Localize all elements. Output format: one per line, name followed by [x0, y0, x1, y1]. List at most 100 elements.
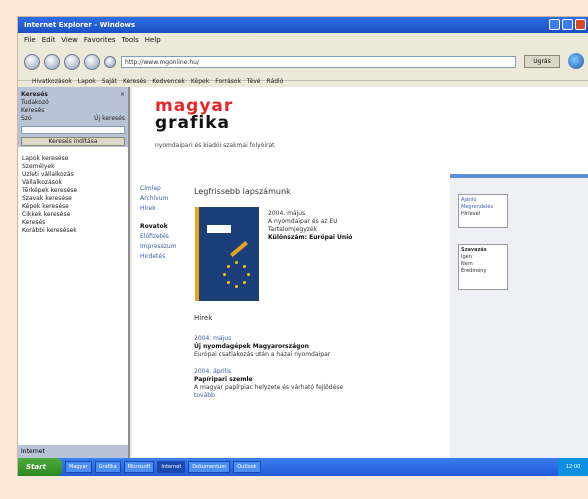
maximize-button[interactable] — [562, 19, 573, 30]
nav-link[interactable]: Rovatok — [140, 222, 190, 232]
poll-option[interactable]: Nem — [461, 261, 505, 268]
sidebar-item[interactable]: Üzleti vállalkozás — [22, 171, 124, 179]
link-item[interactable]: Források — [215, 78, 241, 85]
nav-link[interactable]: Impresszum — [140, 242, 190, 252]
article-title[interactable]: Új nyomdagépek Magyarországon — [194, 343, 444, 351]
sidebar-item[interactable]: Vállalkozások — [22, 179, 124, 187]
link-item[interactable]: Képek — [191, 78, 209, 85]
go-button[interactable]: Ugrás — [524, 55, 560, 68]
pen-icon — [230, 241, 248, 257]
link-item[interactable]: Saját — [102, 78, 117, 85]
taskbar-item[interactable]: Grafika — [94, 461, 121, 473]
article-summary: Európai csatlakozás után a hazai nyomdai… — [194, 351, 331, 358]
menu-help[interactable]: Help — [145, 36, 161, 44]
issue-info: 2004. május A nyomdaipar és az EU Tartal… — [268, 210, 438, 242]
nav-link[interactable]: Archívum — [140, 194, 190, 204]
link-item[interactable]: Rádió — [267, 78, 284, 85]
promo-item[interactable]: Hírlevél — [461, 211, 505, 218]
menu-bar: File Edit View Favorites Tools Help — [18, 33, 588, 47]
poll-option[interactable]: Igen — [461, 254, 505, 261]
close-icon[interactable]: × — [120, 91, 125, 99]
stop-icon[interactable] — [64, 54, 80, 70]
sidebar-item[interactable]: Keresés — [22, 219, 124, 227]
taskbar-item[interactable]: Dokumentum — [188, 461, 231, 473]
poll-result[interactable]: Eredmény — [461, 268, 505, 275]
menu-edit[interactable]: Edit — [42, 36, 56, 44]
article-date: 2004. április — [194, 368, 232, 375]
link-item[interactable]: Hivatkozások — [32, 78, 72, 85]
sidebar-item[interactable]: Képek keresése — [22, 203, 124, 211]
sidebar-item[interactable]: Cikkek keresése — [22, 211, 124, 219]
page-left-nav: Címlap Archívum Hírek Rovatok Előfizetés… — [140, 184, 190, 262]
poll-box: Szavazás Igen Nem Eredmény — [458, 244, 508, 290]
sidebar-row[interactable]: Tudakozó — [21, 99, 49, 107]
magazine-cover-image[interactable] — [195, 207, 259, 301]
issue-contents[interactable]: Tartalomjegyzék — [268, 226, 438, 234]
taskbar-item[interactable]: Outlook — [233, 461, 261, 473]
sidebar-footer: Internet — [18, 445, 128, 459]
sidebar-header: Keresés × Tudakozó Keresés Szó Új keresés … — [18, 87, 128, 147]
back-icon[interactable] — [24, 54, 40, 70]
issue-title[interactable]: A nyomdaipar és az EU — [268, 218, 438, 226]
star-icon — [247, 273, 250, 276]
article-summary: A magyar papírpiac helyzete és várható f… — [194, 384, 344, 391]
nav-link[interactable]: Előfizetés — [140, 232, 190, 242]
sidebar-row[interactable]: Szó — [21, 115, 32, 123]
address-field[interactable]: http://www.mgonline.hu/ — [121, 56, 516, 68]
star-icon — [227, 265, 230, 268]
star-icon — [235, 285, 238, 288]
promo-box: Ajánló Megrendelés Hírlevél — [458, 194, 508, 228]
nav-link[interactable]: Hirdetés — [140, 252, 190, 262]
promo-item[interactable]: Ajánló — [461, 197, 505, 204]
sidebar-search-input[interactable] — [21, 126, 125, 134]
nav-link[interactable]: Hírek — [140, 204, 190, 214]
refresh-icon[interactable] — [84, 54, 100, 70]
forward-icon[interactable] — [44, 54, 60, 70]
close-button[interactable] — [575, 19, 586, 30]
link-item[interactable]: Tévé — [247, 78, 261, 85]
menu-file[interactable]: File — [24, 36, 36, 44]
sidebar-list: Lapok keresése Személyek Üzleti vállalko… — [18, 147, 128, 243]
star-icon — [243, 281, 246, 284]
sidebar-row[interactable]: Új keresés — [94, 115, 125, 123]
menu-favorites[interactable]: Favorites — [84, 36, 116, 44]
nav-link[interactable]: Címlap — [140, 184, 190, 194]
sidebar-row[interactable]: Keresés — [21, 107, 44, 115]
issue-date: 2004. május — [268, 210, 306, 217]
sidebar-item[interactable]: Személyek — [22, 163, 124, 171]
link-item[interactable]: Lapok — [78, 78, 96, 85]
tagline: nyomdaipari és kiadói szakmai folyóirat — [155, 142, 275, 149]
system-clock: 12:00 — [558, 458, 588, 476]
menu-tools[interactable]: Tools — [122, 36, 139, 44]
ie-logo-icon — [568, 53, 584, 69]
sidebar-title: Keresés — [21, 91, 48, 98]
link-item[interactable]: Kedvencek — [152, 78, 185, 85]
article-title[interactable]: Papíripari szemle — [194, 376, 444, 384]
news-list: 2004. május Új nyomdagépek Magyarországo… — [194, 335, 444, 400]
start-button[interactable]: Start — [18, 458, 62, 476]
issue-special[interactable]: Különszám: Európai Unió — [268, 234, 438, 242]
minimize-button[interactable] — [549, 19, 560, 30]
column-accent — [450, 174, 588, 178]
title-bar: Internet Explorer - Windows — [18, 17, 588, 33]
poll-title: Szavazás — [461, 247, 487, 253]
home-icon[interactable] — [104, 56, 116, 68]
article-date: 2004. május — [194, 335, 232, 342]
star-icon — [235, 261, 238, 264]
brand-logo-line2[interactable]: grafika — [155, 115, 230, 132]
sidebar-item[interactable]: Lapok keresése — [22, 155, 124, 163]
promo-item[interactable]: Megrendelés — [461, 204, 505, 211]
sidebar-item[interactable]: Korábbi keresések — [22, 227, 124, 235]
taskbar: Start Magyar Grafika Microsoft Internet … — [18, 458, 588, 476]
taskbar-item[interactable]: Microsoft — [123, 461, 155, 473]
web-page: magyar grafika nyomdaipari és kiadói sza… — [132, 87, 588, 459]
taskbar-item[interactable]: Magyar — [65, 461, 92, 473]
sidebar-item[interactable]: Térképek keresése — [22, 187, 124, 195]
taskbar-item[interactable]: Internet — [157, 461, 186, 473]
sidebar-item[interactable]: Szavak keresése — [22, 195, 124, 203]
menu-view[interactable]: View — [61, 36, 78, 44]
sidebar-search-button[interactable]: Keresés indítása — [21, 137, 125, 146]
link-item[interactable]: Keresés — [123, 78, 146, 85]
more-link[interactable]: tovább — [194, 392, 444, 400]
star-icon — [227, 281, 230, 284]
